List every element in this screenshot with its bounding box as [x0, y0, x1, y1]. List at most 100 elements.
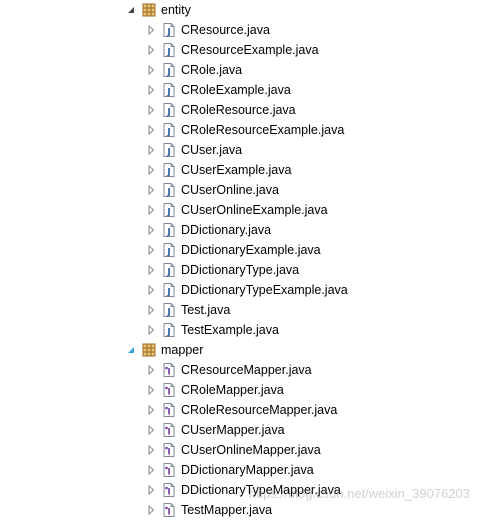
triangle-collapsed-icon[interactable] [145, 264, 157, 276]
file-node[interactable]: J DDictionary.java [0, 220, 479, 240]
java-file-icon: J [161, 142, 177, 158]
file-label: CUserExample.java [181, 163, 292, 177]
file-node[interactable]: J CRoleResource.java [0, 100, 479, 120]
triangle-collapsed-icon[interactable] [145, 324, 157, 336]
file-node[interactable]: J CResourceExample.java [0, 40, 479, 60]
java-file-icon: J [161, 162, 177, 178]
file-label: CResource.java [181, 23, 270, 37]
package-icon [141, 2, 157, 18]
project-explorer-tree: entity J CResource.java J CResourceExample.j… [0, 0, 479, 518]
triangle-collapsed-icon[interactable] [145, 284, 157, 296]
package-node[interactable]: mapper [0, 340, 479, 360]
java-file-icon: J [161, 82, 177, 98]
file-label: CRoleExample.java [181, 83, 291, 97]
file-node[interactable]: J DDictionaryExample.java [0, 240, 479, 260]
file-node[interactable]: I DDictionaryTypeMapper.java [0, 480, 479, 500]
triangle-collapsed-icon[interactable] [145, 84, 157, 96]
triangle-collapsed-icon[interactable] [145, 184, 157, 196]
triangle-collapsed-icon[interactable] [145, 124, 157, 136]
triangle-collapsed-icon[interactable] [145, 104, 157, 116]
svg-text:J: J [166, 328, 170, 338]
triangle-expanded-icon[interactable] [125, 4, 137, 16]
triangle-collapsed-icon[interactable] [145, 144, 157, 156]
svg-text:J: J [166, 268, 170, 278]
file-label: CRoleResourceMapper.java [181, 403, 338, 417]
file-node[interactable]: I CRoleMapper.java [0, 380, 479, 400]
file-label: TestMapper.java [181, 503, 273, 517]
java-file-icon: J [161, 242, 177, 258]
file-label: CUserMapper.java [181, 423, 285, 437]
file-label: DDictionaryType.java [181, 263, 300, 277]
triangle-collapsed-icon[interactable] [145, 464, 157, 476]
svg-text:I: I [167, 428, 170, 438]
java-file-icon: J [161, 122, 177, 138]
file-node[interactable]: I DDictionaryMapper.java [0, 460, 479, 480]
triangle-collapsed-icon[interactable] [145, 504, 157, 516]
svg-text:J: J [166, 288, 170, 298]
triangle-expanded-icon[interactable] [125, 344, 137, 356]
triangle-collapsed-icon[interactable] [145, 364, 157, 376]
triangle-collapsed-icon[interactable] [145, 404, 157, 416]
file-label: DDictionaryMapper.java [181, 463, 314, 477]
triangle-collapsed-icon[interactable] [145, 424, 157, 436]
triangle-collapsed-icon[interactable] [145, 164, 157, 176]
triangle-collapsed-icon[interactable] [145, 224, 157, 236]
svg-text:J: J [166, 128, 170, 138]
java-interface-file-icon: I [161, 422, 177, 438]
triangle-collapsed-icon[interactable] [145, 44, 157, 56]
svg-text:J: J [166, 248, 170, 258]
file-node[interactable]: J CRole.java [0, 60, 479, 80]
file-label: DDictionary.java [181, 223, 272, 237]
file-node[interactable]: J DDictionaryTypeExample.java [0, 280, 479, 300]
svg-text:J: J [166, 28, 170, 38]
file-node[interactable]: I CUserOnlineMapper.java [0, 440, 479, 460]
file-node[interactable]: I CUserMapper.java [0, 420, 479, 440]
triangle-collapsed-icon[interactable] [145, 24, 157, 36]
file-node[interactable]: J TestExample.java [0, 320, 479, 340]
svg-text:J: J [166, 168, 170, 178]
triangle-collapsed-icon[interactable] [145, 484, 157, 496]
file-node[interactable]: J CUser.java [0, 140, 479, 160]
package-label: entity [161, 3, 191, 17]
file-node[interactable]: J CUserExample.java [0, 160, 479, 180]
file-node[interactable]: I CRoleResourceMapper.java [0, 400, 479, 420]
java-file-icon: J [161, 222, 177, 238]
svg-text:J: J [166, 108, 170, 118]
file-label: CUser.java [181, 143, 243, 157]
file-node[interactable]: J CUserOnline.java [0, 180, 479, 200]
triangle-collapsed-icon[interactable] [145, 64, 157, 76]
svg-text:J: J [166, 68, 170, 78]
file-node[interactable]: J CResource.java [0, 20, 479, 40]
file-node[interactable]: I CResourceMapper.java [0, 360, 479, 380]
svg-text:J: J [166, 88, 170, 98]
file-label: CRole.java [181, 63, 243, 77]
java-file-icon: J [161, 282, 177, 298]
java-file-icon: J [161, 302, 177, 318]
file-label: DDictionaryTypeMapper.java [181, 483, 341, 497]
java-interface-file-icon: I [161, 502, 177, 518]
svg-text:I: I [167, 388, 170, 398]
java-file-icon: J [161, 22, 177, 38]
file-node[interactable]: J CRoleResourceExample.java [0, 120, 479, 140]
file-label: TestExample.java [181, 323, 279, 337]
triangle-collapsed-icon[interactable] [145, 204, 157, 216]
triangle-collapsed-icon[interactable] [145, 384, 157, 396]
file-label: CUserOnline.java [181, 183, 279, 197]
file-node[interactable]: J CRoleExample.java [0, 80, 479, 100]
file-node[interactable]: J Test.java [0, 300, 479, 320]
svg-text:J: J [166, 208, 170, 218]
package-node[interactable]: entity [0, 0, 479, 20]
java-interface-file-icon: I [161, 482, 177, 498]
triangle-collapsed-icon[interactable] [145, 444, 157, 456]
svg-text:I: I [167, 468, 170, 478]
file-node[interactable]: J CUserOnlineExample.java [0, 200, 479, 220]
triangle-collapsed-icon[interactable] [145, 304, 157, 316]
package-label: mapper [161, 343, 204, 357]
file-node[interactable]: I TestMapper.java [0, 500, 479, 520]
file-node[interactable]: J DDictionaryType.java [0, 260, 479, 280]
java-file-icon: J [161, 182, 177, 198]
java-file-icon: J [161, 322, 177, 338]
java-file-icon: J [161, 102, 177, 118]
java-file-icon: J [161, 202, 177, 218]
triangle-collapsed-icon[interactable] [145, 244, 157, 256]
